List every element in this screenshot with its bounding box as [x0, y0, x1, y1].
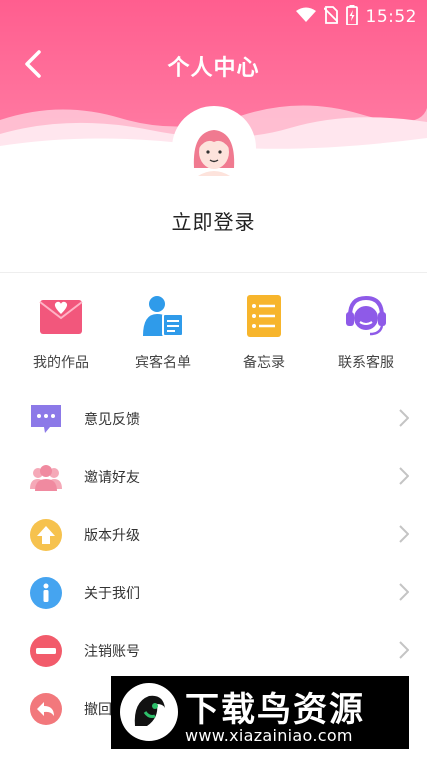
- watermark-banner: 下载鸟资源 www.xiazainiao.com: [111, 676, 409, 749]
- menu-label: 版本升级: [84, 528, 140, 544]
- divider: [0, 272, 427, 273]
- avatar[interactable]: [174, 108, 254, 188]
- menu-item-invite-friends[interactable]: 邀请好友: [0, 448, 427, 506]
- grid-item-my-works[interactable]: 我的作品: [11, 294, 111, 374]
- watermark-title: 下载鸟资源: [185, 690, 365, 730]
- grid-label: 备忘录: [243, 355, 285, 371]
- no-sim-icon: [322, 6, 339, 28]
- grid-item-customer-service[interactable]: 联系客服: [316, 294, 416, 374]
- menu-label: 注销账号: [84, 644, 140, 660]
- grid-label: 我的作品: [33, 355, 89, 371]
- quick-grid: 我的作品 宾客名单 备忘录 联系客服: [0, 294, 427, 374]
- menu-label: 撤回: [84, 702, 112, 718]
- wifi-icon: [295, 7, 316, 27]
- menu-item-upgrade[interactable]: 版本升级: [0, 506, 427, 564]
- grid-label: 宾客名单: [135, 355, 191, 371]
- menu-label: 邀请好友: [84, 470, 140, 486]
- chevron-right-icon: [399, 641, 409, 659]
- user-avatar-icon: [193, 130, 235, 176]
- cancel-account-icon: [30, 635, 62, 667]
- envelope-heart-icon: [39, 300, 83, 334]
- invite-friends-icon: [30, 465, 62, 491]
- upgrade-icon: [30, 519, 62, 551]
- bird-logo-icon: [120, 683, 178, 741]
- menu-label: 意见反馈: [84, 412, 140, 428]
- page-title: 个人中心: [167, 56, 260, 81]
- chevron-right-icon: [399, 409, 409, 427]
- chevron-right-icon: [399, 583, 409, 601]
- customer-service-icon: [346, 295, 386, 336]
- guest-list-icon: [143, 296, 184, 337]
- battery-charging-icon: [345, 5, 358, 29]
- grid-item-memo[interactable]: 备忘录: [214, 294, 314, 374]
- menu-item-cancel-account[interactable]: 注销账号: [0, 622, 427, 680]
- withdraw-icon: [30, 693, 62, 725]
- grid-label: 联系客服: [338, 355, 394, 371]
- chevron-right-icon: [399, 467, 409, 485]
- feedback-icon: [31, 405, 61, 433]
- chevron-right-icon: [399, 525, 409, 543]
- menu-label: 关于我们: [84, 586, 140, 602]
- menu-item-about-us[interactable]: 关于我们: [0, 564, 427, 622]
- menu-item-feedback[interactable]: 意见反馈: [0, 390, 427, 448]
- memo-icon: [247, 295, 281, 337]
- watermark-url: www.xiazainiao.com: [185, 726, 353, 745]
- status-time: 15:52: [365, 7, 417, 27]
- grid-item-guest-list[interactable]: 宾客名单: [113, 294, 213, 374]
- info-icon: [30, 577, 62, 609]
- status-bar: 15:52: [0, 0, 427, 30]
- login-button[interactable]: 立即登录: [0, 206, 427, 235]
